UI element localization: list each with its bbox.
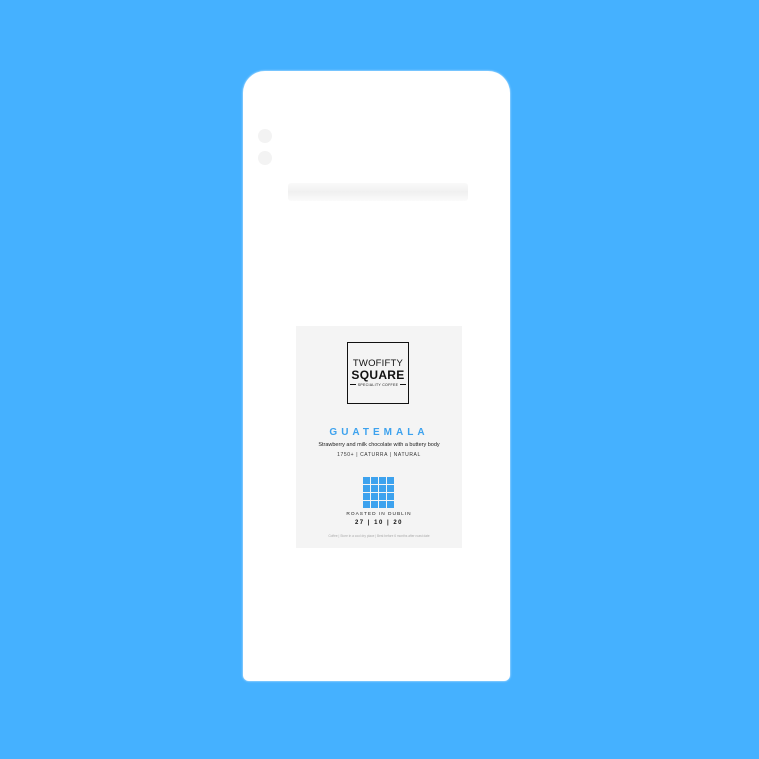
tear-notch-bottom	[258, 151, 272, 165]
tear-notch-top	[258, 129, 272, 143]
product-label: TWOFIFTY SQUARE SPECIALITY COFFEE GUATEM…	[296, 326, 462, 548]
coffee-bag: TWOFIFTY SQUARE SPECIALITY COFFEE GUATEM…	[243, 71, 510, 681]
tasting-notes: Strawberry and milk chocolate with a but…	[318, 442, 440, 448]
square-grid-icon	[363, 477, 394, 508]
roast-date: 27 | 10 | 20	[354, 520, 404, 526]
zip-seal	[288, 183, 468, 201]
coffee-origin: GUATEMALA	[329, 427, 429, 438]
logo-tagline: SPECIALITY COFFEE	[357, 382, 399, 387]
logo-line-1: TWOFIFTY	[352, 357, 404, 369]
brand-logo: TWOFIFTY SQUARE SPECIALITY COFFEE	[347, 342, 409, 404]
fine-print: Coffee | Store in a cool dry place | Bes…	[328, 534, 430, 538]
coffee-specs: 1750+ | CATURRA | NATURAL	[337, 452, 421, 458]
logo-line-3: SPECIALITY COFFEE	[349, 382, 407, 388]
roast-location: ROASTED IN DUBLIN	[346, 512, 412, 517]
logo-line-2: SQUARE	[351, 367, 405, 382]
